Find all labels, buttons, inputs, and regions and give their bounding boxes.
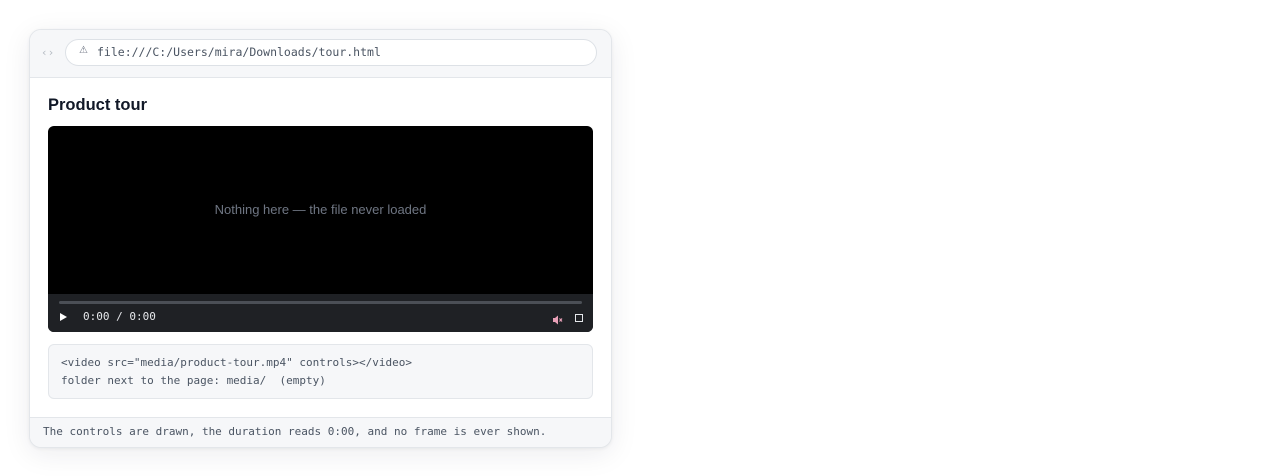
code-line-folder-note: folder next to the page: media/ (empty) xyxy=(61,374,326,387)
muted-speaker-icon[interactable] xyxy=(552,311,563,325)
url-text[interactable]: file:///C:/Users/mira/Downloads/tour.htm… xyxy=(97,45,381,59)
video-player[interactable]: Nothing here — the file never loaded 0:0… xyxy=(48,126,593,332)
code-line-video-tag: <video src="media/product-tour.mp4" cont… xyxy=(61,356,412,369)
fullscreen-icon[interactable] xyxy=(575,314,583,322)
video-empty-message: Nothing here — the file never loaded xyxy=(214,202,427,217)
video-controls: 0:00 / 0:00 xyxy=(48,294,593,332)
back-forward-icon[interactable]: ‹› xyxy=(41,46,54,59)
status-bar: The controls are drawn, the duration rea… xyxy=(30,417,611,447)
play-icon[interactable] xyxy=(60,313,67,321)
page-title: Product tour xyxy=(48,96,147,114)
address-bar[interactable]: ⚠ file:///C:/Users/mira/Downloads/tour.h… xyxy=(65,39,597,66)
progress-bar[interactable] xyxy=(59,301,582,304)
time-readout: 0:00 / 0:00 xyxy=(83,310,156,323)
warning-icon: ⚠ xyxy=(79,45,88,56)
browser-toolbar: ‹› ⚠ file:///C:/Users/mira/Downloads/tou… xyxy=(30,30,611,78)
browser-window: ‹› ⚠ file:///C:/Users/mira/Downloads/tou… xyxy=(29,29,612,448)
code-snippet: <video src="media/product-tour.mp4" cont… xyxy=(48,344,593,399)
status-text: The controls are drawn, the duration rea… xyxy=(43,425,547,438)
